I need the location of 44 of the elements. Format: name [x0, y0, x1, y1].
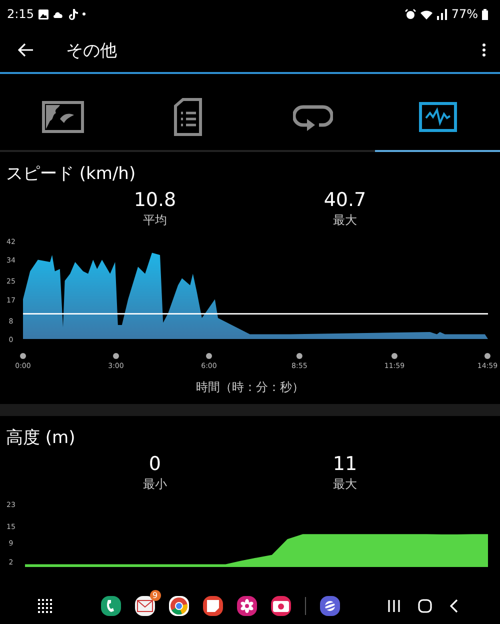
tick-dot	[113, 353, 119, 359]
app-icon[interactable]	[100, 596, 120, 616]
document-icon	[174, 98, 202, 136]
stat-value: 40.7	[324, 189, 366, 211]
alarm-icon	[405, 8, 416, 20]
loop-arrow-icon	[292, 103, 332, 131]
status-time: 2:15	[7, 7, 34, 21]
tick-dot	[391, 353, 398, 359]
music-note-icon	[68, 8, 78, 20]
wifi-icon	[420, 8, 434, 20]
dot-icon	[82, 12, 86, 16]
stat-label: 平均	[143, 212, 167, 229]
screen-title: その他	[66, 40, 117, 62]
tick-dot	[206, 353, 212, 359]
app-icon[interactable]	[202, 596, 222, 616]
section-title: スピード (km/h)	[5, 163, 137, 186]
stat-label: 最大	[333, 212, 357, 229]
tick-dot	[484, 353, 490, 359]
notification-badge: 9	[150, 590, 160, 601]
x-axis-title: 時間（時：分：秒）	[195, 379, 305, 396]
stat-value: 11	[332, 453, 358, 475]
waveform-icon	[418, 102, 456, 132]
back-nav-button[interactable]	[448, 597, 460, 615]
image-icon	[38, 8, 49, 20]
stat-value: 0	[148, 453, 161, 475]
apps-grid-button[interactable]	[36, 597, 54, 615]
app-icon[interactable]	[134, 596, 154, 616]
stat-value: 10.8	[134, 189, 176, 211]
battery-percent: 77%	[451, 7, 478, 21]
recent-apps-button[interactable]	[386, 597, 402, 615]
app-icon[interactable]	[168, 596, 188, 616]
home-button[interactable]	[416, 597, 434, 615]
signal-icon	[437, 8, 448, 20]
stat-label: 最小	[142, 476, 167, 493]
app-icon[interactable]	[320, 596, 340, 616]
map-icon	[42, 101, 84, 133]
tick-dot	[20, 353, 26, 359]
more-options-icon	[482, 43, 486, 57]
section-title: 高度 (m)	[5, 427, 76, 450]
app-icon[interactable]	[236, 596, 256, 616]
battery-icon	[482, 8, 488, 20]
app-icon[interactable]	[270, 596, 290, 616]
stat-label: 最大	[332, 476, 357, 493]
tick-dot	[296, 353, 302, 359]
